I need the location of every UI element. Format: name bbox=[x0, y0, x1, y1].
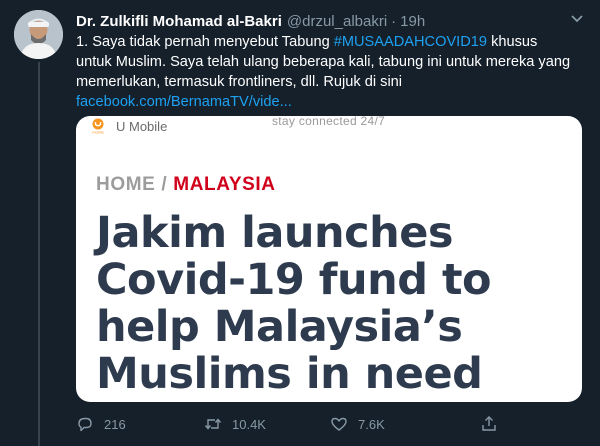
reply-count: 216 bbox=[104, 416, 126, 432]
reply-icon bbox=[76, 415, 94, 433]
carrier-name: U Mobile bbox=[116, 119, 168, 134]
retweet-icon bbox=[204, 415, 222, 433]
retweet-button[interactable]: 10.4K bbox=[204, 414, 266, 434]
breadcrumb-separator: / bbox=[161, 174, 168, 195]
retweet-count: 10.4K bbox=[232, 416, 266, 432]
more-options-icon[interactable] bbox=[566, 8, 588, 30]
tweet-text-part1: 1. Saya tidak pernah menyebut Tabung bbox=[76, 34, 334, 50]
share-icon bbox=[480, 415, 498, 433]
reply-button[interactable]: 216 bbox=[76, 414, 126, 434]
like-count: 7.6K bbox=[358, 416, 385, 432]
author-handle[interactable]: @drzul_albakri bbox=[287, 13, 387, 30]
card-status-bar: mobile U Mobile stay connected 24/7 bbox=[76, 116, 582, 138]
u-mobile-logo-icon: mobile bbox=[90, 118, 106, 135]
hashtag-link[interactable]: #MUSAADAHCOVID19 bbox=[334, 34, 487, 50]
breadcrumb-home: HOME bbox=[96, 174, 156, 195]
svg-text:mobile: mobile bbox=[92, 131, 104, 135]
breadcrumb-country: MALAYSIA bbox=[173, 174, 276, 195]
media-card[interactable]: mobile U Mobile stay connected 24/7 HOME… bbox=[76, 116, 582, 402]
tweet[interactable]: Dr. Zulkifli Mohamad al-Bakri @drzul_alb… bbox=[0, 0, 600, 446]
article-headline: Jakim launches Covid-19 fund to help Mal… bbox=[96, 208, 492, 399]
thread-line bbox=[38, 62, 40, 446]
author-name[interactable]: Dr. Zulkifli Mohamad al-Bakri bbox=[76, 13, 282, 30]
separator-dot: · bbox=[391, 12, 397, 30]
external-link[interactable]: facebook.com/BernamaTV/vide... bbox=[76, 94, 292, 110]
tweet-text: 1. Saya tidak pernah menyebut Tabung #MU… bbox=[76, 32, 576, 112]
avatar[interactable] bbox=[14, 10, 63, 59]
tweet-header: Dr. Zulkifli Mohamad al-Bakri @drzul_alb… bbox=[76, 11, 425, 31]
tweet-actions: 216 10.4K 7.6K bbox=[76, 414, 536, 434]
like-button[interactable]: 7.6K bbox=[330, 414, 385, 434]
breadcrumb: HOME / MALAYSIA bbox=[96, 174, 276, 196]
like-icon bbox=[330, 415, 348, 433]
share-button[interactable] bbox=[480, 414, 498, 434]
tweet-time[interactable]: 19h bbox=[400, 13, 425, 30]
status-text: stay connected 24/7 bbox=[272, 116, 386, 128]
